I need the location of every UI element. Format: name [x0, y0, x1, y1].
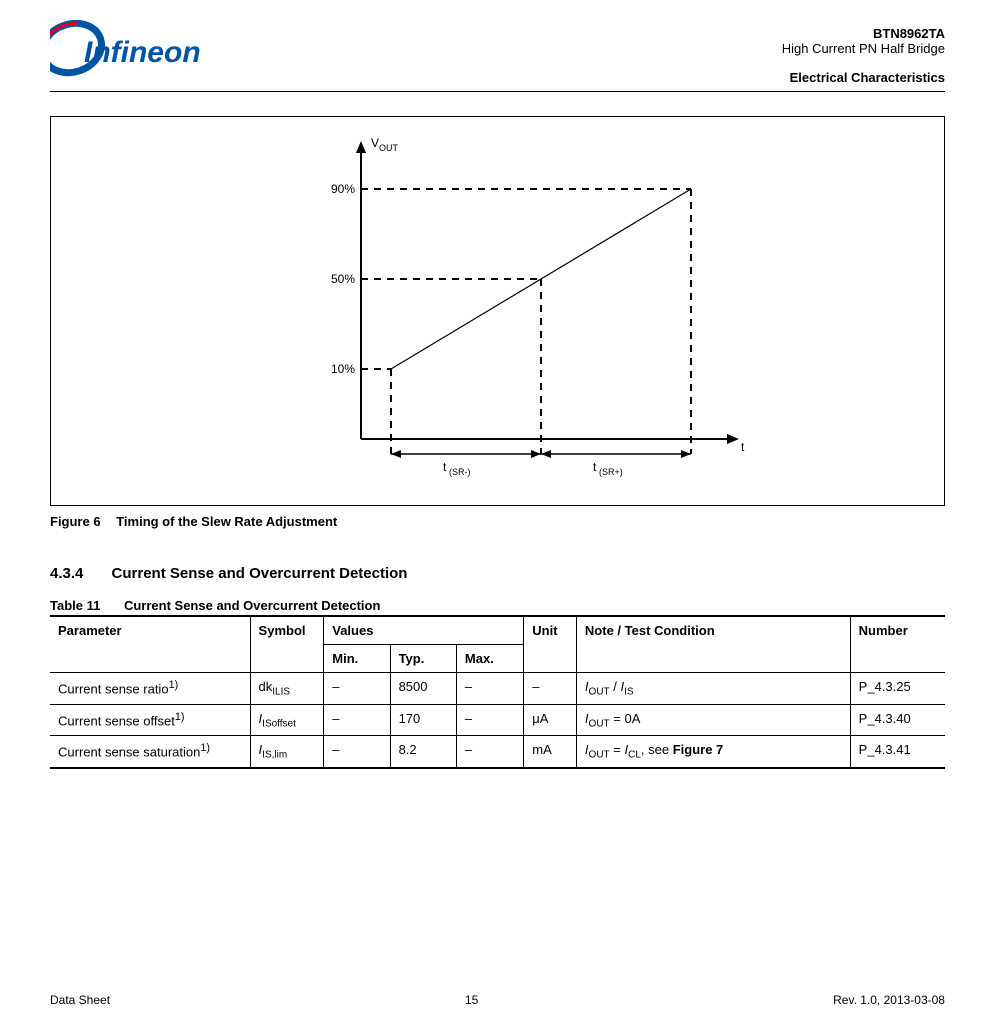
col-unit: Unit [524, 616, 577, 673]
col-min: Min. [324, 645, 390, 673]
footer: Data Sheet 15 Rev. 1.0, 2013-03-08 [50, 993, 945, 1007]
tick-90: 90% [331, 182, 355, 196]
page: Infineon BTN8962TA High Current PN Half … [0, 0, 995, 769]
chart: VOUT t 90% 50% 10% [331, 129, 771, 482]
svg-text:OUT: OUT [379, 143, 399, 153]
table-row: Current sense saturation1)IIS,lim–8.2–mA… [50, 736, 945, 768]
col-typ: Typ. [390, 645, 456, 673]
doc-header: Infineon BTN8962TA High Current PN Half … [50, 20, 945, 92]
tick-50: 50% [331, 272, 355, 286]
svg-text:(SR+): (SR+) [599, 467, 623, 477]
section-title-text: Current Sense and Overcurrent Detection [112, 565, 408, 582]
logo: Infineon [50, 20, 230, 85]
product-subtitle: High Current PN Half Bridge [782, 41, 945, 56]
figure-title: Timing of the Slew Rate Adjustment [116, 514, 337, 529]
col-note: Note / Test Condition [576, 616, 850, 673]
header-text: BTN8962TA High Current PN Half Bridge El… [782, 20, 945, 85]
svg-text:t: t [443, 460, 447, 474]
table-title: Current Sense and Overcurrent Detection [124, 598, 380, 613]
section-number: 4.3.4 [50, 565, 83, 582]
col-param: Parameter [50, 616, 250, 673]
svg-text:t: t [593, 460, 597, 474]
figure-caption: Figure 6 Timing of the Slew Rate Adjustm… [50, 514, 945, 529]
col-symbol: Symbol [250, 616, 324, 673]
product-name: BTN8962TA [782, 26, 945, 41]
section-heading: 4.3.4 Current Sense and Overcurrent Dete… [50, 565, 945, 582]
table-body: Current sense ratio1)dkILIS–8500––IOUT /… [50, 673, 945, 768]
parameter-table: Parameter Symbol Values Unit Note / Test… [50, 615, 945, 769]
footer-left: Data Sheet [50, 993, 110, 1007]
footer-center: 15 [465, 993, 478, 1007]
svg-text:(SR-): (SR-) [449, 467, 471, 477]
svg-text:t: t [741, 440, 745, 454]
col-num: Number [850, 616, 945, 673]
tick-10: 10% [331, 362, 355, 376]
figure-box: VOUT t 90% 50% 10% [50, 116, 945, 506]
col-values: Values [324, 616, 524, 645]
table-label: Table 11 [50, 598, 100, 613]
infineon-logo-icon: Infineon [50, 20, 230, 82]
svg-text:V: V [371, 136, 379, 150]
table-caption: Table 11 Current Sense and Overcurrent D… [50, 598, 945, 613]
section-path: Electrical Characteristics [782, 70, 945, 85]
table-row: Current sense ratio1)dkILIS–8500––IOUT /… [50, 673, 945, 705]
table-header-row-1: Parameter Symbol Values Unit Note / Test… [50, 616, 945, 645]
figure-label: Figure 6 [50, 514, 101, 529]
svg-text:Infineon: Infineon [84, 36, 201, 69]
col-max: Max. [456, 645, 523, 673]
footer-right: Rev. 1.0, 2013-03-08 [833, 993, 945, 1007]
table-row: Current sense offset1)IISoffset–170–μAIO… [50, 704, 945, 736]
